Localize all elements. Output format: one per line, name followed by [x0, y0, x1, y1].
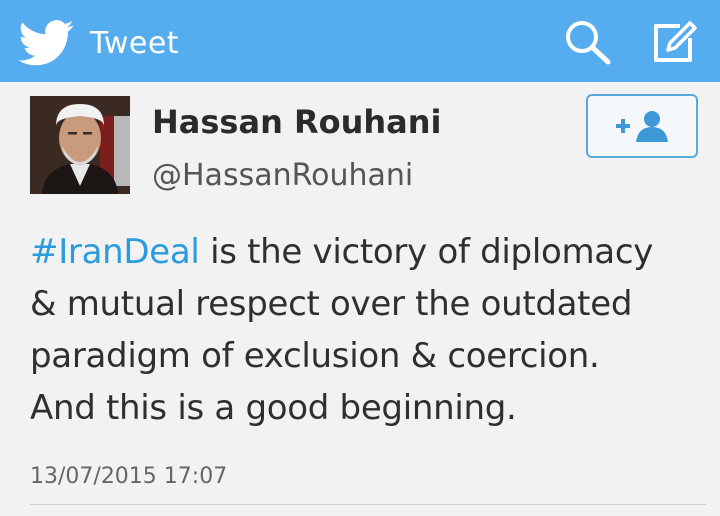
tweet-line-4: And this is a good beginning.	[30, 388, 517, 428]
twitter-bird-icon[interactable]	[18, 20, 74, 66]
add-user-icon	[616, 111, 668, 142]
divider	[30, 504, 706, 505]
tweet-line-2: & mutual respect over the outdated	[30, 284, 633, 324]
compose-icon[interactable]	[648, 16, 700, 68]
follow-button[interactable]	[586, 94, 698, 158]
top-app-bar: Tweet	[0, 0, 720, 82]
tweet-body: #IranDeal is the victory of diplomacy & m…	[30, 226, 706, 434]
author-name[interactable]: Hassan Rouhani	[152, 102, 442, 142]
tweet-line-1: is the victory of diplomacy	[199, 232, 654, 272]
tweet-line-3: paradigm of exclusion & coercion.	[30, 336, 600, 376]
avatar[interactable]	[30, 96, 130, 194]
hashtag-link[interactable]: #IranDeal	[30, 232, 200, 272]
author-handle[interactable]: @HassanRouhani	[152, 156, 413, 196]
avatar-photo	[30, 96, 130, 194]
search-icon[interactable]	[562, 18, 614, 66]
tweet-timestamp: 13/07/2015 17:07	[30, 464, 228, 489]
screen-title: Tweet	[90, 26, 180, 61]
